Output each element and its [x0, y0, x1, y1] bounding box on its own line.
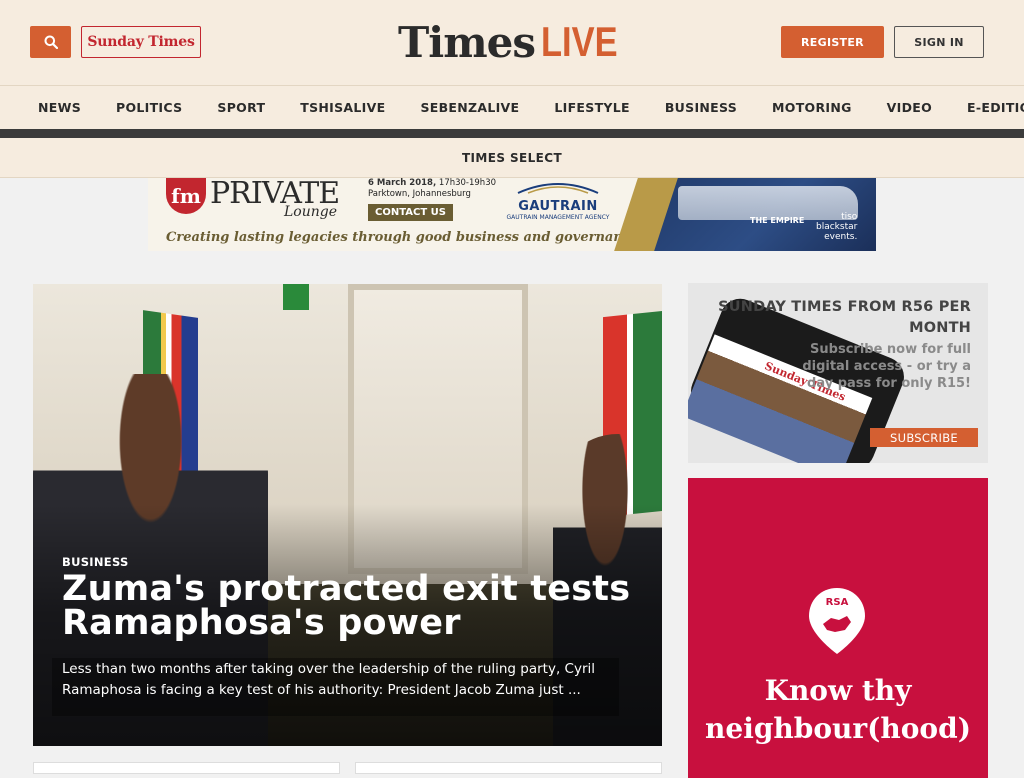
ad-tagline: Creating lasting legacies through good b…	[166, 230, 639, 245]
nav-item-sport[interactable]: SPORT	[217, 100, 265, 115]
nav-item-business[interactable]: BUSINESS	[665, 100, 737, 115]
hero-lede: Less than two months after taking over t…	[62, 661, 596, 698]
nav-item-news[interactable]: NEWS	[38, 100, 81, 115]
register-button[interactable]: REGISTER	[781, 26, 884, 58]
nav-item-motoring[interactable]: MOTORING	[772, 100, 852, 115]
search-icon	[44, 35, 58, 49]
nav-item-lifestyle[interactable]: LIFESTYLE	[554, 100, 629, 115]
hero-headline[interactable]: Zuma's protracted exit tests Ramaphosa's…	[62, 572, 642, 641]
subnav-times-select[interactable]: TIMES SELECT	[0, 138, 1024, 178]
ad-date: 6 March 2018,	[368, 178, 437, 188]
sunday-times-logo-link[interactable]: Sunday Times	[81, 26, 201, 58]
logo-times-text: Times	[398, 17, 536, 67]
hero-section-label[interactable]: BUSINESS	[62, 555, 129, 569]
ad-event-date: 6 March 2018, 17h30-19h30 Parktown, Joha…	[368, 178, 496, 200]
rsa-promo-title: Know thy neighbour(hood)	[705, 674, 971, 745]
main-nav: NEWS POLITICS SPORT TSHISALIVE SEBENZALI…	[0, 86, 1024, 129]
nav-item-politics[interactable]: POLITICS	[116, 100, 182, 115]
ad-time: 17h30-19h30	[438, 178, 497, 188]
nav-divider	[0, 129, 1024, 138]
hero-article[interactable]: BUSINESS Zuma's protracted exit tests Ra…	[33, 284, 662, 746]
ad-contact-button[interactable]: CONTACT US	[368, 204, 453, 221]
exit-sign	[283, 284, 309, 310]
empire-logo: THE EMPIRE	[750, 216, 805, 225]
tiso-line-3: events.	[824, 232, 858, 242]
logo-live-text: LIVE	[541, 18, 618, 65]
article-card[interactable]	[355, 762, 662, 774]
subnav-times-select-label: TIMES SELECT	[461, 150, 563, 165]
nav-item-video[interactable]: VIDEO	[887, 100, 932, 115]
tiso-line-2: blackstar	[816, 222, 858, 232]
subscribe-promo[interactable]: Sunday Times SUNDAY TIMES FROM R56 PER M…	[688, 283, 988, 463]
gautrain-swoosh-icon	[517, 183, 599, 194]
rsa-pin-label: RSA	[825, 597, 849, 608]
rsa-promo[interactable]: RSA Know thy neighbour(hood)	[688, 478, 988, 778]
subscribe-title: SUNDAY TIMES FROM R56 PER MONTH	[718, 299, 971, 336]
gautrain-logo: GAUTRAIN GAUTRAIN MANAGEMENT AGENCY	[503, 180, 613, 221]
nav-item-sebenzalive[interactable]: SEBENZALIVE	[420, 100, 519, 115]
sign-in-button[interactable]: SIGN IN	[894, 26, 984, 58]
subscribe-button[interactable]: SUBSCRIBE	[870, 428, 978, 447]
nav-item-e-edition[interactable]: E-EDITION	[967, 100, 1024, 115]
gautrain-name: GAUTRAIN	[518, 199, 598, 214]
ad-location: Parktown, Johannesburg	[368, 189, 471, 199]
tiso-blackstar-logo: tiso blackstar events.	[816, 212, 857, 242]
tiso-line-1: tiso	[841, 212, 858, 222]
timeslive-logo[interactable]: Times LIVE	[398, 16, 634, 68]
site-header: Sunday Times Times LIVE REGISTER SIGN IN	[0, 0, 1024, 86]
nav-item-tshisalive[interactable]: TSHISALIVE	[300, 100, 385, 115]
search-button[interactable]	[30, 26, 71, 58]
article-card[interactable]	[33, 762, 340, 774]
banner-ad[interactable]: fm PRIVATE Lounge 6 March 2018, 17h30-19…	[148, 178, 876, 251]
ad-lounge-text: Lounge	[284, 204, 338, 220]
subscribe-description: Subscribe now for full digital access - …	[802, 342, 971, 391]
gautrain-subtitle: GAUTRAIN MANAGEMENT AGENCY	[506, 214, 610, 221]
fm-logo: fm	[166, 178, 206, 214]
